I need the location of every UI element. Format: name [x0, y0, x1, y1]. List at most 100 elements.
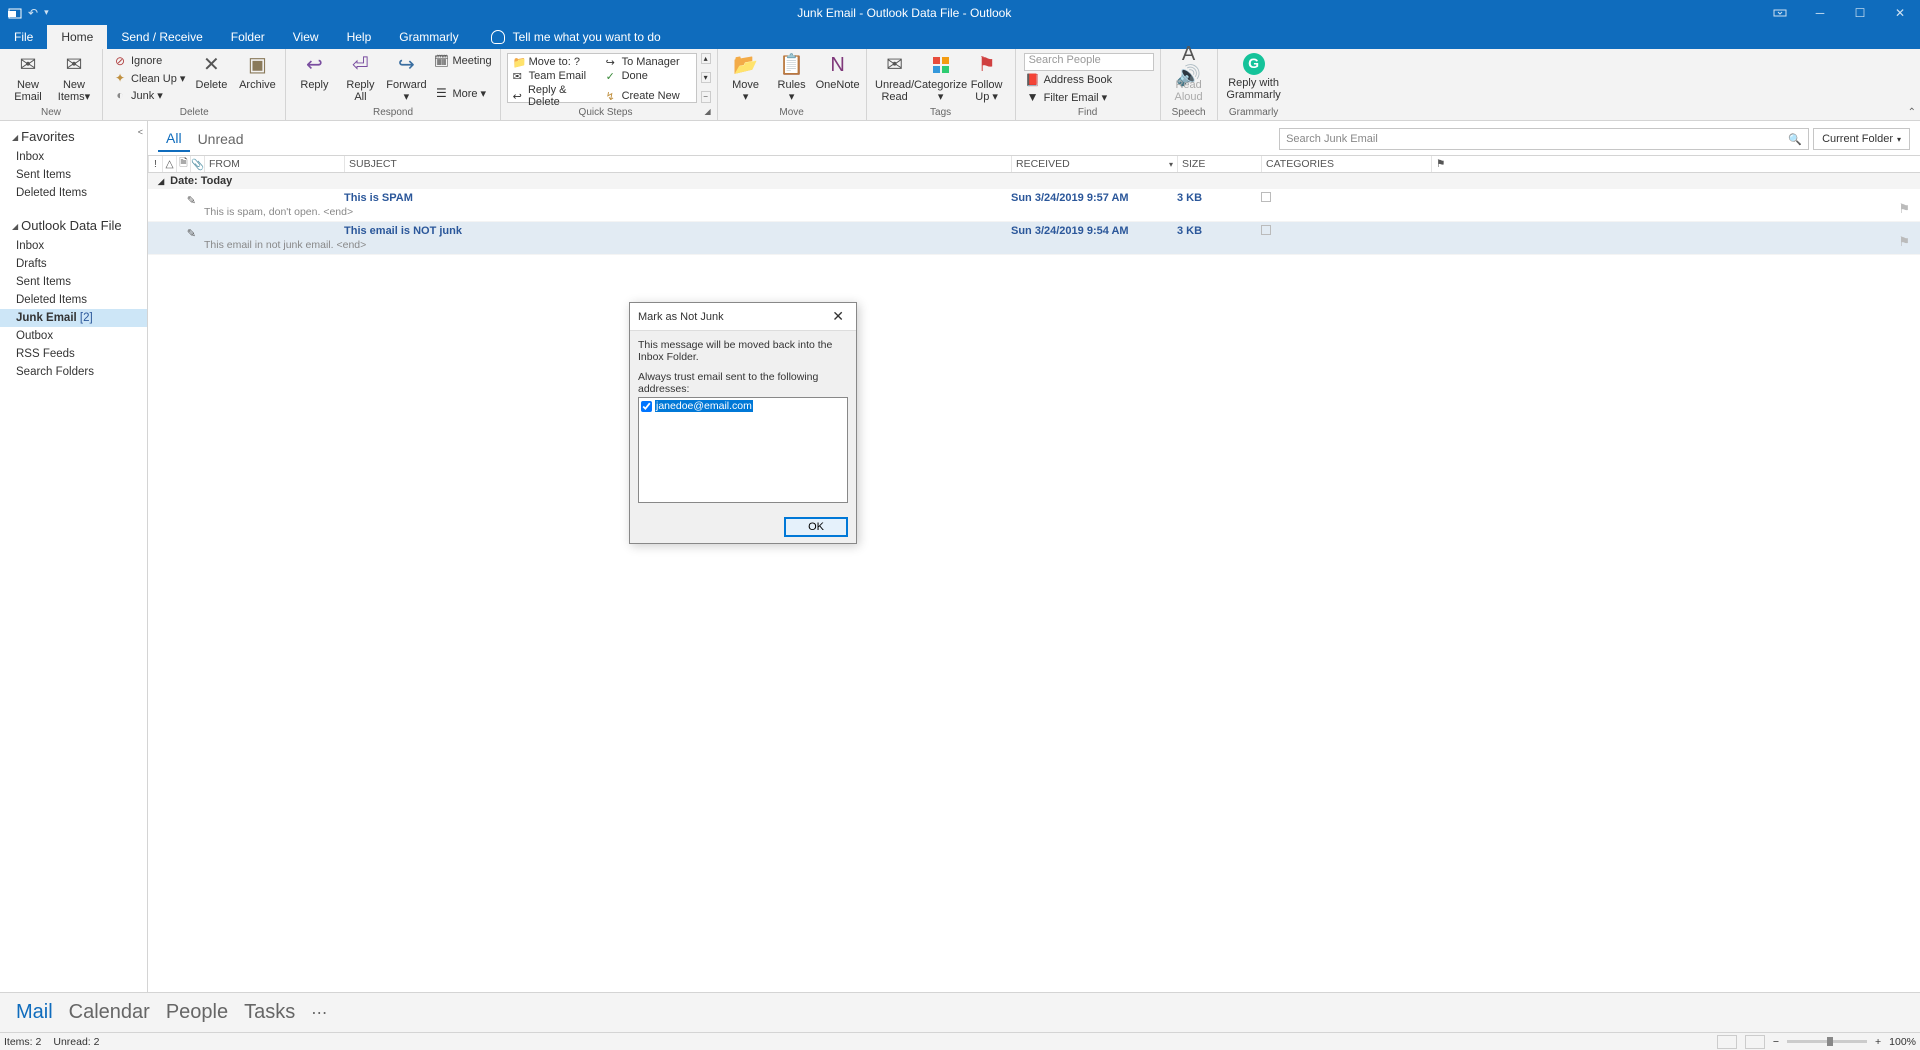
qat-dropdown-icon[interactable]: ▾	[44, 7, 49, 18]
cleanup-button[interactable]: ✦Clean Up ▾	[111, 70, 187, 86]
delete-button[interactable]: ✕Delete	[189, 53, 233, 91]
close-icon[interactable]: ✕	[1880, 0, 1920, 25]
nav-more-icon[interactable]: ⋯	[311, 1003, 327, 1023]
nav-people[interactable]: People	[166, 1001, 228, 1024]
message-row[interactable]: ✎ This email is NOT junk This email in n…	[148, 222, 1920, 255]
new-email-button[interactable]: ✉New Email	[6, 53, 50, 103]
col-received[interactable]: RECEIVED ▾	[1011, 156, 1177, 172]
qs-expand[interactable]: ⎯	[701, 91, 711, 103]
date-group-today[interactable]: ◢Date: Today	[148, 173, 1920, 189]
status-items: Items: 2	[4, 1036, 41, 1048]
zoom-out-icon[interactable]: −	[1773, 1036, 1779, 1048]
trust-item[interactable]: janedoe@email.com	[641, 400, 845, 412]
qs-done[interactable]: ✓Done	[602, 69, 695, 83]
new-items-button[interactable]: ✉NewItems▾	[52, 53, 96, 103]
forward-button[interactable]: ↪Forward▾	[384, 53, 428, 103]
meeting-button[interactable]: 🗓Meeting	[432, 53, 493, 69]
col-size[interactable]: SIZE	[1177, 156, 1261, 172]
followup-button[interactable]: ⚑FollowUp ▾	[965, 53, 1009, 103]
col-filter-icon[interactable]: ⚑	[1431, 156, 1445, 172]
maximize-icon[interactable]: ☐	[1840, 0, 1880, 25]
col-icon[interactable]: 🗎	[176, 156, 190, 172]
df-drafts[interactable]: Drafts	[0, 255, 147, 273]
trust-checkbox[interactable]	[641, 401, 652, 412]
reply-all-button[interactable]: ⏎Reply All	[338, 53, 382, 103]
filter-all[interactable]: All	[158, 126, 190, 152]
onenote-button[interactable]: NOneNote	[816, 53, 860, 91]
tab-file[interactable]: File	[0, 25, 47, 49]
favorites-section[interactable]: Favorites	[0, 125, 147, 148]
ribbon-options-icon[interactable]	[1760, 0, 1800, 25]
tab-grammarly[interactable]: Grammarly	[385, 25, 472, 49]
reply-button[interactable]: ↩Reply	[292, 53, 336, 91]
fav-deleted[interactable]: Deleted Items	[0, 184, 147, 202]
column-headers: ! △ 🗎 📎 FROM SUBJECT RECEIVED ▾ SIZE CAT…	[148, 155, 1920, 173]
grammarly-reply-button[interactable]: GReply with Grammarly	[1224, 53, 1284, 101]
rules-button[interactable]: 📋Rules▾	[770, 53, 814, 103]
move-icon: 📂	[734, 53, 758, 77]
category-box[interactable]	[1261, 225, 1271, 235]
dialog-close-icon[interactable]: ✕	[828, 308, 848, 325]
unread-read-button[interactable]: ✉Unread/ Read	[873, 53, 917, 103]
quick-steps-gallery[interactable]: 📁Move to: ? ↪To Manager ✉Team Email ✓Don…	[507, 53, 697, 103]
tab-view[interactable]: View	[279, 25, 333, 49]
fav-sent[interactable]: Sent Items	[0, 166, 147, 184]
follow-up-flag-icon[interactable]: ⚑	[1898, 234, 1910, 250]
df-search-folders[interactable]: Search Folders	[0, 363, 147, 381]
collapse-pane-icon[interactable]: <	[138, 127, 143, 137]
search-input[interactable]: Search Junk Email 🔍	[1279, 128, 1809, 150]
nav-mail[interactable]: Mail	[16, 1001, 53, 1024]
category-box[interactable]	[1261, 192, 1271, 202]
archive-button[interactable]: ▣Archive	[235, 53, 279, 91]
junk-button[interactable]: ◐Junk ▾	[111, 87, 187, 103]
address-book-button[interactable]: 📕Address Book	[1024, 72, 1154, 88]
view-normal-icon[interactable]	[1717, 1035, 1737, 1049]
trust-address-list[interactable]: janedoe@email.com	[638, 397, 848, 503]
search-icon[interactable]: 🔍	[1788, 133, 1802, 146]
ignore-button[interactable]: ⊘Ignore	[111, 53, 187, 69]
filter-unread[interactable]: Unread	[190, 127, 252, 151]
search-people-input[interactable]: Search People	[1024, 53, 1154, 71]
move-button[interactable]: 📂Move▾	[724, 53, 768, 103]
undo-icon[interactable]: ↶	[28, 6, 38, 20]
zoom-slider[interactable]	[1787, 1040, 1867, 1043]
nav-tasks[interactable]: Tasks	[244, 1001, 295, 1024]
df-inbox[interactable]: Inbox	[0, 237, 147, 255]
collapse-ribbon-icon[interactable]: ⌃	[1908, 107, 1916, 118]
more-button[interactable]: ☰More ▾	[432, 85, 493, 101]
ok-button[interactable]: OK	[784, 517, 848, 537]
qs-team-email[interactable]: ✉Team Email	[509, 69, 602, 83]
col-subject[interactable]: SUBJECT	[344, 156, 1011, 172]
qs-scroll-up[interactable]: ▴	[701, 53, 711, 64]
df-sent[interactable]: Sent Items	[0, 273, 147, 291]
tab-folder[interactable]: Folder	[217, 25, 279, 49]
tab-help[interactable]: Help	[333, 25, 386, 49]
fav-inbox[interactable]: Inbox	[0, 148, 147, 166]
df-rss[interactable]: RSS Feeds	[0, 345, 147, 363]
categorize-button[interactable]: Categorize▾	[919, 53, 963, 103]
col-from[interactable]: FROM	[204, 156, 344, 172]
view-reading-icon[interactable]	[1745, 1035, 1765, 1049]
col-reminder-icon[interactable]: △	[162, 156, 176, 172]
read-aloud-button[interactable]: A🔊Read Aloud	[1167, 53, 1211, 103]
qs-scroll-down[interactable]: ▾	[701, 72, 711, 83]
tell-me-search[interactable]: Tell me what you want to do	[473, 25, 661, 49]
col-importance-icon[interactable]: !	[148, 156, 162, 172]
qs-move-to[interactable]: 📁Move to: ?	[509, 55, 602, 69]
data-file-section[interactable]: Outlook Data File	[0, 214, 147, 237]
nav-calendar[interactable]: Calendar	[69, 1001, 150, 1024]
tab-send-receive[interactable]: Send / Receive	[107, 25, 216, 49]
df-deleted[interactable]: Deleted Items	[0, 291, 147, 309]
follow-up-flag-icon[interactable]: ⚑	[1898, 201, 1910, 217]
filter-email-button[interactable]: ▼Filter Email ▾	[1024, 89, 1154, 105]
qs-to-manager[interactable]: ↪To Manager	[602, 55, 695, 69]
minimize-icon[interactable]: ─	[1800, 0, 1840, 25]
df-outbox[interactable]: Outbox	[0, 327, 147, 345]
col-attachment-icon[interactable]: 📎	[190, 156, 204, 172]
df-junk[interactable]: Junk Email [2]	[0, 309, 147, 327]
search-scope-button[interactable]: Current Folder▾	[1813, 128, 1910, 150]
tab-home[interactable]: Home	[47, 25, 107, 49]
message-row[interactable]: ✎ This is SPAM This is spam, don't open.…	[148, 189, 1920, 222]
col-categories[interactable]: CATEGORIES	[1261, 156, 1431, 172]
zoom-in-icon[interactable]: +	[1875, 1036, 1881, 1048]
